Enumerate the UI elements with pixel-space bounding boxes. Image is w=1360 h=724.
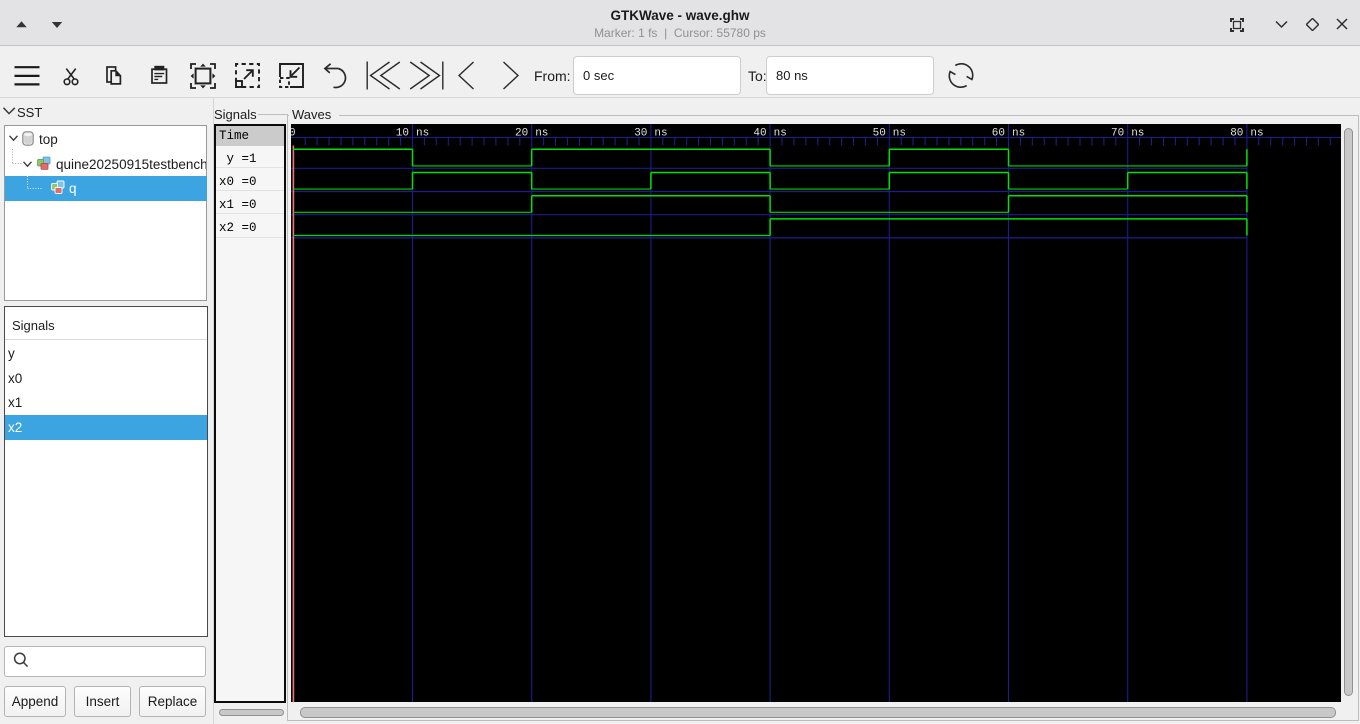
svg-text:ns: ns (1131, 128, 1144, 140)
svg-text:ns: ns (416, 128, 429, 140)
svg-text:10: 10 (396, 128, 409, 140)
svg-text:ns: ns (893, 128, 906, 140)
svg-text:80: 80 (1230, 128, 1243, 140)
svg-text:ns: ns (774, 128, 787, 140)
svg-text:0: 0 (291, 128, 296, 140)
svg-text:ns: ns (535, 128, 548, 140)
svg-text:ns: ns (1012, 128, 1025, 140)
svg-text:50: 50 (873, 128, 886, 140)
svg-text:30: 30 (634, 128, 647, 140)
svg-text:20: 20 (515, 128, 528, 140)
svg-text:60: 60 (992, 128, 1005, 140)
svg-text:ns: ns (654, 128, 667, 140)
svg-text:70: 70 (1111, 128, 1124, 140)
svg-text:40: 40 (753, 128, 766, 140)
svg-text:ns: ns (1250, 128, 1263, 140)
